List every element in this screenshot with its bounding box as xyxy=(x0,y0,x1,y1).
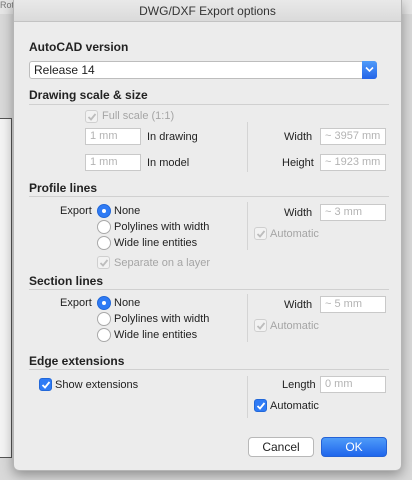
show-extensions-label: Show extensions xyxy=(55,379,139,391)
show-extensions-checkbox[interactable] xyxy=(39,378,52,391)
section-automatic-label: Automatic xyxy=(270,320,319,332)
edge-automatic-label: Automatic xyxy=(270,400,319,412)
dialog-title: DWG/DXF Export options xyxy=(14,0,401,22)
section-wide-lines-radio[interactable] xyxy=(97,328,111,342)
separate-layer-checkbox[interactable] xyxy=(97,256,110,269)
scale-height-field[interactable]: ~ 1923 mm xyxy=(320,154,386,171)
ok-button[interactable]: OK xyxy=(321,437,387,457)
section-polylines-radio[interactable] xyxy=(97,312,111,326)
scale-width-label: Width xyxy=(284,131,313,143)
profile-polylines-radio[interactable] xyxy=(97,220,111,234)
background-canvas-edge xyxy=(0,118,12,458)
in-model-input[interactable]: 1 mm xyxy=(85,154,141,171)
section-export-label: Export xyxy=(60,297,92,309)
edge-length-input[interactable]: 0 mm xyxy=(320,376,386,393)
profile-none-label: None xyxy=(114,205,141,217)
edge-length-label: Length xyxy=(282,379,316,391)
scale-width-field[interactable]: ~ 3957 mm xyxy=(320,128,386,145)
vertical-divider xyxy=(247,202,248,250)
section-automatic-checkbox[interactable] xyxy=(254,319,267,332)
in-drawing-label: In drawing xyxy=(147,131,198,143)
profile-automatic-label: Automatic xyxy=(270,228,319,240)
in-model-label: In model xyxy=(147,157,190,169)
export-options-dialog: DWG/DXF Export options AutoCAD version R… xyxy=(13,0,402,471)
cancel-button[interactable]: Cancel xyxy=(248,437,314,457)
profile-width-field[interactable]: ~ 3 mm xyxy=(320,204,386,221)
profile-wide-lines-radio[interactable] xyxy=(97,236,111,250)
section-polylines-label: Polylines with width xyxy=(114,313,210,325)
profile-polylines-label: Polylines with width xyxy=(114,221,210,233)
section-none-radio[interactable] xyxy=(97,296,111,310)
scale-heading: Drawing scale & size xyxy=(29,88,148,102)
vertical-divider xyxy=(247,122,248,172)
divider xyxy=(29,104,389,105)
profile-wide-lines-label: Wide line entities xyxy=(114,237,198,249)
autocad-version-heading: AutoCAD version xyxy=(29,40,129,54)
in-drawing-input[interactable]: 1 mm xyxy=(85,128,141,145)
profile-automatic-checkbox[interactable] xyxy=(254,227,267,240)
profile-export-label: Export xyxy=(60,205,92,217)
vertical-divider xyxy=(247,376,248,418)
chevron-down-icon[interactable] xyxy=(362,61,377,79)
edge-automatic-checkbox[interactable] xyxy=(254,399,267,412)
section-width-label: Width xyxy=(284,299,313,311)
profile-lines-heading: Profile lines xyxy=(29,181,98,195)
divider xyxy=(29,289,389,290)
full-scale-checkbox[interactable] xyxy=(85,110,98,123)
separate-layer-label: Separate on a layer xyxy=(114,257,211,269)
edge-extensions-heading: Edge extensions xyxy=(29,354,125,368)
profile-width-label: Width xyxy=(284,207,313,219)
autocad-version-select[interactable]: Release 14 xyxy=(29,61,377,79)
section-width-field[interactable]: ~ 5 mm xyxy=(320,296,386,313)
section-lines-heading: Section lines xyxy=(29,274,104,288)
scale-height-label: Height xyxy=(282,157,314,169)
profile-none-radio[interactable] xyxy=(97,204,111,218)
divider xyxy=(29,196,389,197)
full-scale-label: Full scale (1:1) xyxy=(102,110,175,122)
vertical-divider xyxy=(247,294,248,342)
divider xyxy=(29,369,389,370)
section-none-label: None xyxy=(114,297,141,309)
section-wide-lines-label: Wide line entities xyxy=(114,329,198,341)
autocad-version-value: Release 14 xyxy=(34,63,95,77)
